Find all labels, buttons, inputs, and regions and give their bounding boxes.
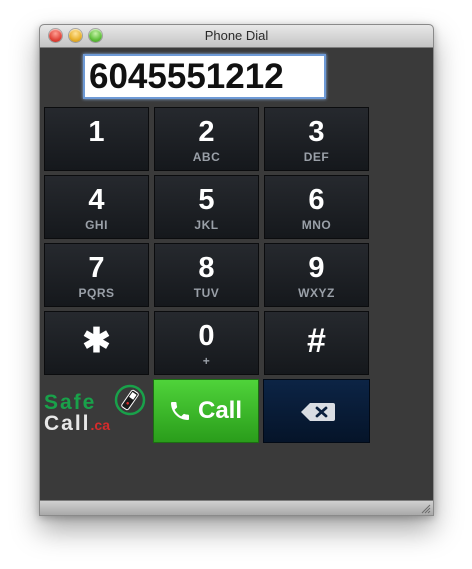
key-0[interactable]: 0 + — [154, 311, 259, 375]
key-letters: GHI — [85, 218, 108, 232]
number-display — [83, 54, 326, 99]
key-letters: JKL — [194, 218, 219, 232]
key-6[interactable]: 6 MNO — [264, 175, 369, 239]
key-8[interactable]: 8 TUV — [154, 243, 259, 307]
key-4[interactable]: 4 GHI — [44, 175, 149, 239]
phone-dial-window: Phone Dial 1 2 ABC 3 DEF 4 GHI — [39, 24, 434, 516]
key-digit: 4 — [88, 184, 105, 216]
safecall-logo: Safe Call.ca — [44, 379, 152, 443]
key-letters: ABC — [192, 150, 221, 164]
delete-button[interactable] — [263, 379, 370, 443]
key-digit: 3 — [308, 116, 325, 148]
key-digit: # — [307, 322, 326, 360]
backspace-icon — [301, 403, 335, 421]
resize-grip-icon[interactable] — [420, 503, 431, 514]
key-digit: 6 — [308, 184, 325, 216]
key-letters: WXYZ — [298, 286, 335, 300]
status-bar — [40, 500, 433, 515]
dialer-content: 1 2 ABC 3 DEF 4 GHI 5 JKL 6 MNO — [40, 48, 433, 501]
key-digit: 0 — [198, 320, 215, 352]
action-row: Safe Call.ca Call — [44, 379, 370, 443]
key-letters: PQRS — [78, 286, 115, 300]
mobile-phone-icon — [114, 384, 146, 416]
key-1[interactable]: 1 — [44, 107, 149, 171]
logo-word-safe: Safe — [44, 391, 97, 414]
key-digit: 1 — [88, 116, 105, 148]
key-2[interactable]: 2 ABC — [154, 107, 259, 171]
logo-suffix: .ca — [90, 417, 110, 433]
key-digit: ✱ — [82, 322, 111, 360]
key-digit: 7 — [88, 252, 105, 284]
call-button[interactable]: Call — [153, 379, 259, 443]
key-star[interactable]: ✱ — [44, 311, 149, 375]
key-digit: 5 — [198, 184, 215, 216]
logo-word-call: Call.ca — [44, 413, 110, 436]
key-5[interactable]: 5 JKL — [154, 175, 259, 239]
logo-call-text: Call — [44, 412, 91, 435]
key-9[interactable]: 9 WXYZ — [264, 243, 369, 307]
key-7[interactable]: 7 PQRS — [44, 243, 149, 307]
phone-number-input[interactable] — [85, 56, 324, 97]
key-letters: MNO — [301, 218, 332, 232]
key-letters: + — [202, 354, 211, 368]
key-digit: 2 — [198, 116, 215, 148]
key-letters: DEF — [303, 150, 330, 164]
key-digit: 8 — [198, 252, 215, 284]
key-hash[interactable]: # — [264, 311, 369, 375]
key-letters: TUV — [193, 286, 220, 300]
key-digit: 9 — [308, 252, 325, 284]
window-title: Phone Dial — [204, 28, 269, 43]
key-3[interactable]: 3 DEF — [264, 107, 369, 171]
title-bar: Phone Dial — [40, 25, 433, 48]
phone-icon — [171, 402, 189, 420]
call-button-label: Call — [198, 397, 243, 424]
